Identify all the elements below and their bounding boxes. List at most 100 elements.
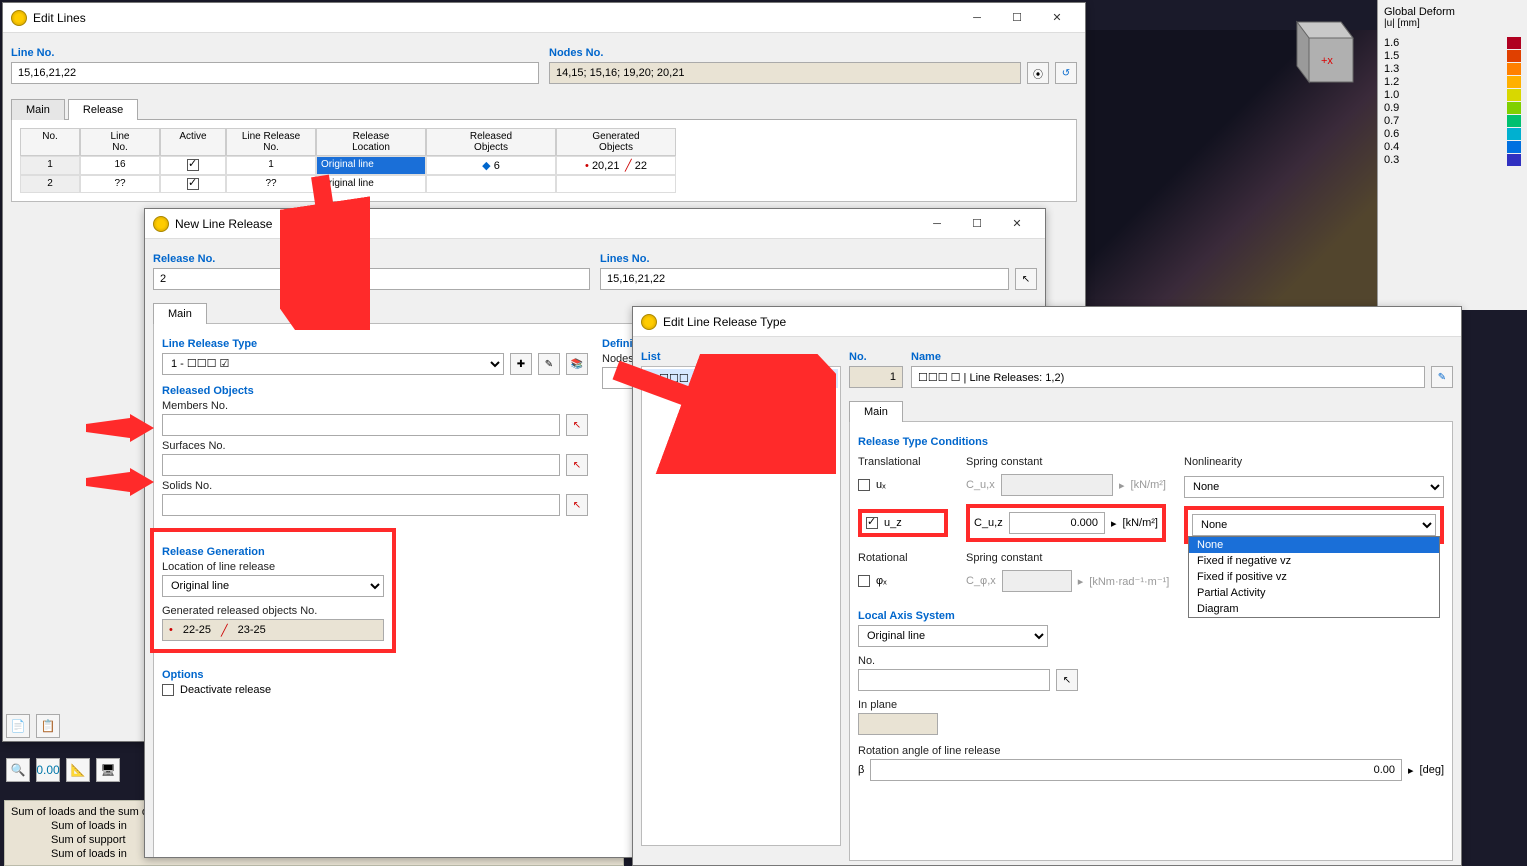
lines-no-label: Lines No. — [600, 253, 1037, 265]
cuz-highlight: C_u,z ▸[kN/m²] — [966, 504, 1166, 542]
table-cell-active[interactable] — [160, 156, 226, 175]
dropdown-option[interactable]: Diagram — [1189, 601, 1439, 617]
axis-no-label: No. — [858, 655, 1444, 667]
uz-nonlin-select[interactable]: None — [1192, 514, 1436, 536]
lrt-lib-button[interactable]: 📚 — [566, 353, 588, 375]
tab-main[interactable]: Main — [849, 401, 903, 422]
ux-nonlin-select[interactable]: None — [1184, 476, 1444, 498]
legend-title: Global Deform — [1384, 6, 1521, 18]
rotational-label: Rotational — [858, 552, 948, 564]
lrt-new-button[interactable]: ✚ — [510, 353, 532, 375]
col-lr-no: Line Release No. — [226, 128, 316, 156]
members-input[interactable] — [162, 414, 560, 436]
table-cell[interactable]: 1 — [226, 156, 316, 175]
legend-panel: Global Deform |u| [mm] 1.61.51.31.21.00.… — [1377, 0, 1527, 310]
col-rel-obj: Released Objects — [426, 128, 556, 156]
deactivate-checkbox[interactable] — [162, 684, 174, 696]
tab-main[interactable]: Main — [153, 303, 207, 324]
dropdown-option[interactable]: Fixed if positive vz — [1189, 569, 1439, 585]
table-cell-location[interactable]: Original line — [316, 175, 426, 193]
nonlinearity-dropdown[interactable]: None Fixed if negative vz Fixed if posit… — [1188, 536, 1440, 618]
copy-item-button[interactable]: 📋 — [36, 714, 60, 738]
pick-members-button[interactable]: ↖ — [566, 414, 588, 436]
inplane-input — [858, 713, 938, 735]
table-cell[interactable]: 16 — [80, 156, 160, 175]
minimize-button[interactable]: ─ — [917, 210, 957, 238]
solids-input[interactable] — [162, 494, 560, 516]
gen-obj-display: •22-25 ╱23-25 — [162, 619, 384, 641]
coord-button[interactable]: 📐 — [66, 758, 90, 782]
phix-checkbox[interactable] — [858, 575, 870, 587]
table-cell-location[interactable]: Original line — [316, 156, 426, 175]
help-button[interactable]: 🔍 — [6, 758, 30, 782]
maximize-button[interactable]: ☐ — [957, 210, 997, 238]
app-icon — [153, 216, 169, 232]
close-button[interactable]: ✕ — [1037, 4, 1077, 32]
pick-axis-button[interactable]: ↖ — [1056, 669, 1078, 691]
type-name-input[interactable] — [911, 366, 1425, 388]
tab-main[interactable]: Main — [11, 99, 65, 120]
location-select[interactable]: Original line — [162, 575, 384, 597]
uz-checkbox[interactable] — [866, 517, 878, 529]
pick-nodes-button[interactable]: ⦿ — [1027, 62, 1049, 84]
swap-nodes-button[interactable]: ↺ — [1055, 62, 1077, 84]
table-cell[interactable]: ◆ 6 — [426, 156, 556, 175]
dropdown-option[interactable]: Fixed if negative vz — [1189, 553, 1439, 569]
maximize-button[interactable]: ☐ — [997, 4, 1037, 32]
solids-label: Solids No. — [162, 480, 588, 492]
cux-input — [1001, 474, 1113, 496]
pick-lines-button[interactable]: ↖ — [1015, 268, 1037, 290]
nav-cube[interactable]: +x — [1273, 10, 1357, 94]
table-cell[interactable]: ?? — [80, 175, 160, 193]
table-cell[interactable]: • 20,21 ╱ 22 — [556, 156, 676, 175]
table-row[interactable]: 2 — [20, 175, 80, 193]
beta-input[interactable] — [870, 759, 1402, 781]
legend-subtitle: |u| [mm] — [1384, 18, 1521, 29]
table-cell[interactable]: ?? — [226, 175, 316, 193]
footer-toolbar-2: 🔍 0.00 📐 🖥 — [6, 758, 120, 782]
no-label: No. — [849, 351, 903, 363]
new-item-button[interactable]: 📄 — [6, 714, 30, 738]
axis-select[interactable]: Original line — [858, 625, 1048, 647]
window-title: Edit Lines — [33, 11, 957, 25]
released-objects-label: Released Objects — [162, 385, 588, 397]
nonlinearity-label: Nonlinearity — [1184, 456, 1444, 468]
list-item[interactable]: 1 ☐☐☐ ☐ | Line Releases: 1,2) — [644, 369, 838, 388]
lrt-edit-button[interactable]: ✎ — [538, 353, 560, 375]
view-button[interactable]: 🖥 — [96, 758, 120, 782]
minimize-button[interactable]: ─ — [957, 4, 997, 32]
pick-solids-button[interactable]: ↖ — [566, 494, 588, 516]
lines-no-input[interactable] — [600, 268, 1009, 290]
table-cell-active[interactable] — [160, 175, 226, 193]
gen-obj-label: Generated released objects No. — [162, 605, 384, 617]
col-gen-obj: Generated Objects — [556, 128, 676, 156]
pick-surfaces-button[interactable]: ↖ — [566, 454, 588, 476]
tab-release[interactable]: Release — [68, 99, 138, 120]
lrt-select[interactable]: 1 - ☐☐☐ ☑ — [162, 353, 504, 375]
release-no-input[interactable] — [153, 268, 590, 290]
app-icon — [11, 10, 27, 26]
uz-highlight: u_z — [858, 509, 948, 537]
ux-checkbox[interactable] — [858, 479, 870, 491]
close-button[interactable]: ✕ — [997, 210, 1037, 238]
type-no-input — [849, 366, 903, 388]
table-cell[interactable] — [556, 175, 676, 193]
surfaces-label: Surfaces No. — [162, 440, 588, 452]
cond-label: Release Type Conditions — [858, 436, 1444, 448]
dropdown-option[interactable]: None — [1189, 537, 1439, 553]
dropdown-option[interactable]: Partial Activity — [1189, 585, 1439, 601]
col-active: Active — [160, 128, 226, 156]
window-title: Edit Line Release Type — [663, 315, 1453, 329]
table-cell[interactable] — [426, 175, 556, 193]
units-button[interactable]: 0.00 — [36, 758, 60, 782]
line-no-input[interactable] — [11, 62, 539, 84]
axis-no-input[interactable] — [858, 669, 1050, 691]
loc-label: Location of line release — [162, 561, 384, 573]
surfaces-input[interactable] — [162, 454, 560, 476]
table-row[interactable]: 1 — [20, 156, 80, 175]
edit-name-button[interactable]: ✎ — [1431, 366, 1453, 388]
rotation-label: Rotation angle of line release — [858, 745, 1444, 757]
uz-nonlin-highlight: None None Fixed if negative vz Fixed if … — [1184, 506, 1444, 544]
nodes-no-input — [549, 62, 1021, 84]
cuz-input[interactable] — [1009, 512, 1105, 534]
